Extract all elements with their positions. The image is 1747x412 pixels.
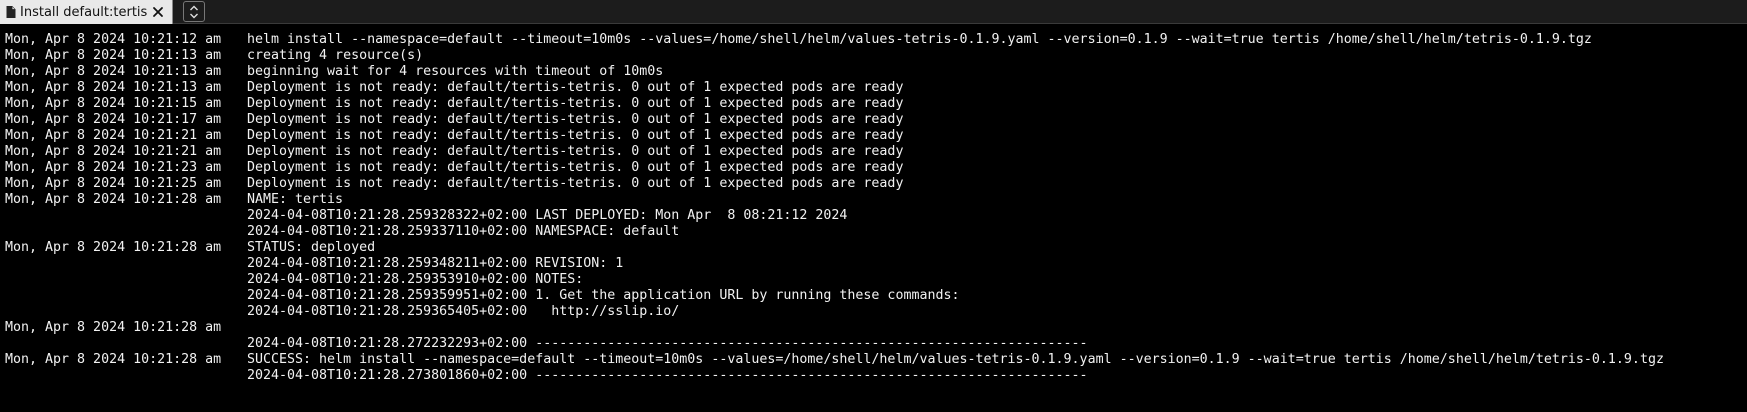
close-icon[interactable]: [150, 4, 166, 20]
log-timestamp: [5, 208, 247, 224]
log-message: Deployment is not ready: default/tertis-…: [247, 128, 904, 143]
log-timestamp: Mon, Apr 8 2024 10:21:21 am: [5, 144, 222, 159]
log-message: Deployment is not ready: default/tertis-…: [247, 112, 904, 127]
log-timestamp: Mon, Apr 8 2024 10:21:15 am: [5, 96, 222, 111]
log-timestamp: Mon, Apr 8 2024 10:21:28 am: [5, 352, 222, 367]
tab-bar: Install default:tertis: [0, 0, 1747, 24]
log-timestamp: Mon, Apr 8 2024 10:21:12 am: [5, 32, 222, 47]
log-line: Mon, Apr 8 2024 10:21:13 am Deployment is…: [5, 80, 1747, 96]
log-timestamp: [5, 304, 247, 320]
log-message: NAME: tertis: [247, 192, 344, 207]
log-message: Deployment is not ready: default/tertis-…: [247, 176, 904, 191]
log-timestamp: [5, 224, 247, 240]
log-line: Mon, Apr 8 2024 10:21:21 am Deployment is…: [5, 144, 1747, 160]
log-line: 2024-04-08T10:21:28.259337110+02:00 NAME…: [5, 224, 1747, 240]
log-message: Deployment is not ready: default/tertis-…: [247, 80, 904, 95]
log-line: 2024-04-08T10:21:28.259328322+02:00 LAST…: [5, 208, 1747, 224]
log-timestamp: Mon, Apr 8 2024 10:21:23 am: [5, 160, 222, 175]
log-timestamp: Mon, Apr 8 2024 10:21:13 am: [5, 48, 222, 63]
log-message: 2024-04-08T10:21:28.259353910+02:00 NOTE…: [247, 272, 584, 287]
log-line: Mon, Apr 8 2024 10:21:25 am Deployment is…: [5, 176, 1747, 192]
log-timestamp: [5, 368, 247, 384]
log-message: SUCCESS: helm install --namespace=defaul…: [247, 352, 1664, 367]
log-timestamp: Mon, Apr 8 2024 10:21:13 am: [5, 80, 222, 95]
log-timestamp: Mon, Apr 8 2024 10:21:28 am: [5, 192, 222, 207]
log-line: Mon, Apr 8 2024 10:21:13 am beginning wai…: [5, 64, 1747, 80]
log-message: 2024-04-08T10:21:28.259348211+02:00 REVI…: [247, 256, 624, 271]
log-line: 2024-04-08T10:21:28.259365405+02:00 http…: [5, 304, 1747, 320]
log-message: STATUS: deployed: [247, 240, 376, 255]
log-timestamp: Mon, Apr 8 2024 10:21:13 am: [5, 64, 222, 79]
log-line: 2024-04-08T10:21:28.273801860+02:00 ----…: [5, 368, 1747, 384]
log-timestamp: Mon, Apr 8 2024 10:21:28 am: [5, 320, 222, 335]
tab-install-tertis[interactable]: Install default:tertis: [0, 0, 173, 24]
log-line: Mon, Apr 8 2024 10:21:17 am Deployment is…: [5, 112, 1747, 128]
log-timestamp: Mon, Apr 8 2024 10:21:28 am: [5, 240, 222, 255]
log-timestamp: [5, 272, 247, 288]
log-line: Mon, Apr 8 2024 10:21:28 am: [5, 320, 1747, 336]
log-message: helm install --namespace=default --timeo…: [247, 32, 1592, 47]
log-timestamp: [5, 336, 247, 352]
log-line: Mon, Apr 8 2024 10:21:28 am STATUS: deplo…: [5, 240, 1747, 256]
log-message: Deployment is not ready: default/tertis-…: [247, 144, 904, 159]
document-icon: [4, 4, 18, 20]
log-message: 2024-04-08T10:21:28.259359951+02:00 1. G…: [247, 288, 960, 303]
log-timestamp: Mon, Apr 8 2024 10:21:21 am: [5, 128, 222, 143]
log-message: creating 4 resource(s): [247, 48, 424, 63]
log-timestamp: [5, 256, 247, 272]
log-line: Mon, Apr 8 2024 10:21:15 am Deployment is…: [5, 96, 1747, 112]
log-message: 2024-04-08T10:21:28.259328322+02:00 LAST…: [247, 208, 848, 223]
chevron-up-down-icon[interactable]: [183, 1, 205, 22]
log-output[interactable]: Mon, Apr 8 2024 10:21:12 am helm install …: [5, 32, 1747, 412]
log-timestamp: Mon, Apr 8 2024 10:21:17 am: [5, 112, 222, 127]
log-line: 2024-04-08T10:21:28.272232293+02:00 ----…: [5, 336, 1747, 352]
log-message: 2024-04-08T10:21:28.272232293+02:00 ----…: [247, 336, 1088, 351]
log-message: beginning wait for 4 resources with time…: [247, 64, 664, 79]
log-line: Mon, Apr 8 2024 10:21:28 am SUCCESS: helm…: [5, 352, 1747, 368]
log-message: Deployment is not ready: default/tertis-…: [247, 160, 904, 175]
tab-label: Install default:tertis: [20, 4, 148, 20]
log-line: Mon, Apr 8 2024 10:21:12 am helm install …: [5, 32, 1747, 48]
log-message: 2024-04-08T10:21:28.259365405+02:00 http…: [247, 304, 680, 319]
log-timestamp: Mon, Apr 8 2024 10:21:25 am: [5, 176, 222, 191]
log-line: Mon, Apr 8 2024 10:21:13 am creating 4 re…: [5, 48, 1747, 64]
log-line: Mon, Apr 8 2024 10:21:28 am NAME: tertis: [5, 192, 1747, 208]
log-line: Mon, Apr 8 2024 10:21:21 am Deployment is…: [5, 128, 1747, 144]
log-timestamp: [5, 288, 247, 304]
log-message: 2024-04-08T10:21:28.259337110+02:00 NAME…: [247, 224, 680, 239]
log-line: Mon, Apr 8 2024 10:21:23 am Deployment is…: [5, 160, 1747, 176]
log-line: 2024-04-08T10:21:28.259359951+02:00 1. G…: [5, 288, 1747, 304]
log-line: 2024-04-08T10:21:28.259348211+02:00 REVI…: [5, 256, 1747, 272]
log-message: 2024-04-08T10:21:28.273801860+02:00 ----…: [247, 368, 1088, 383]
log-message: Deployment is not ready: default/tertis-…: [247, 96, 904, 111]
log-line: 2024-04-08T10:21:28.259353910+02:00 NOTE…: [5, 272, 1747, 288]
